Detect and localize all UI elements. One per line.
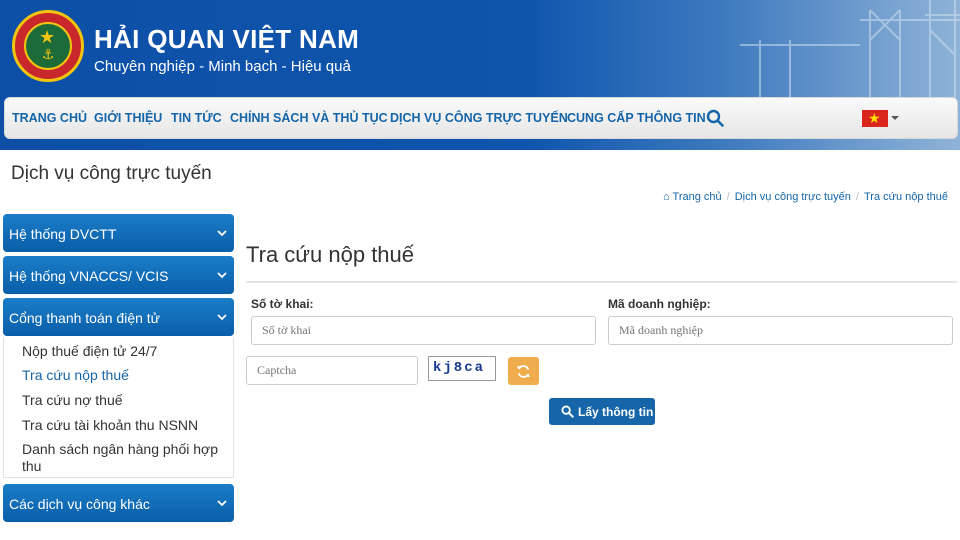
get-info-label: Lấy thông tin — [578, 405, 654, 419]
sidebar-item-e-tax-247[interactable]: Nộp thuế điện tử 24/7 — [22, 343, 157, 359]
anchor-icon: ⚓ — [41, 46, 55, 62]
sidebar-group-label: Hệ thống DVCTT — [9, 226, 117, 242]
sidebar-group-label: Cổng thanh toán điện tử — [9, 310, 161, 326]
breadcrumb-current[interactable]: Tra cứu nộp thuế — [864, 191, 948, 203]
form-title: Tra cứu nộp thuế — [246, 242, 415, 267]
breadcrumb: ⌂ Trang chủ / Dịch vụ công trực tuyến / Tra … — [663, 191, 948, 203]
captcha-input[interactable] — [246, 356, 418, 385]
search-icon — [561, 405, 574, 418]
so-to-khai-input[interactable] — [251, 316, 596, 345]
breadcrumb-separator: / — [855, 191, 859, 203]
chevron-down-icon — [217, 500, 227, 507]
vietnam-flag-icon[interactable]: ★ — [862, 110, 888, 127]
nav-item-home[interactable]: TRANG CHỦ — [12, 111, 87, 125]
sidebar-group-label: Hệ thống VNACCS/ VCIS — [9, 268, 169, 284]
sidebar-group-vnaccs[interactable]: Hệ thống VNACCS/ VCIS — [3, 256, 234, 294]
ma-doanh-nghiep-input[interactable] — [608, 316, 953, 345]
logo-emblem: ★ ⚓ — [24, 22, 72, 70]
nav-item-policy[interactable]: CHÍNH SÁCH VÀ THỦ TỤC — [230, 111, 388, 125]
get-info-button[interactable]: Lấy thông tin — [549, 398, 655, 425]
chevron-down-icon — [217, 230, 227, 237]
site-slogan: Chuyên nghiệp - Minh bạch - Hiệu quả — [94, 58, 351, 75]
nav-item-online-services[interactable]: DỊCH VỤ CÔNG TRỰC TUYẾN — [390, 111, 568, 125]
nav-item-about[interactable]: GIỚI THIỆU — [94, 111, 162, 125]
main-navbar: TRANG CHỦ GIỚI THIỆU TIN TỨC CHÍNH SÁCH … — [4, 97, 958, 139]
port-cranes-background — [740, 0, 960, 100]
nav-item-news[interactable]: TIN TỨC — [171, 111, 222, 125]
sidebar-item-nsnn-account[interactable]: Tra cứu tài khoản thu NSNN — [22, 417, 198, 433]
chevron-down-icon — [217, 272, 227, 279]
ma-doanh-nghiep-label: Mã doanh nghiệp: — [608, 297, 711, 311]
sidebar-item-partner-banks[interactable]: Danh sách ngân hàng phối hợp thu — [22, 441, 227, 475]
sidebar-group-label: Các dịch vụ công khác — [9, 496, 150, 512]
so-to-khai-label: Số tờ khai: — [251, 297, 314, 311]
star-icon: ★ — [39, 27, 56, 47]
captcha-refresh-button[interactable] — [508, 357, 539, 385]
sidebar-item-tax-debt[interactable]: Tra cứu nợ thuế — [22, 392, 123, 408]
sidebar-item-tax-lookup[interactable]: Tra cứu nộp thuế — [22, 367, 129, 383]
refresh-icon — [516, 365, 531, 378]
sidebar-group-payment-portal[interactable]: Cổng thanh toán điện tử — [3, 298, 234, 336]
caret-down-icon[interactable] — [891, 116, 899, 120]
site-title[interactable]: HẢI QUAN VIỆT NAM — [94, 24, 359, 55]
breadcrumb-separator: / — [726, 191, 730, 203]
captcha-image: kj8ca — [428, 356, 496, 381]
chevron-down-icon — [217, 314, 227, 321]
home-icon: ⌂ — [663, 191, 670, 203]
breadcrumb-online-services[interactable]: Dịch vụ công trực tuyến — [735, 191, 851, 203]
search-icon[interactable] — [706, 109, 724, 127]
divider — [246, 281, 957, 283]
site-header: ★ ⚓ HẢI QUAN VIỆT NAM Chuyên nghiệp - Mi… — [0, 0, 960, 150]
sidebar-group-other-services[interactable]: Các dịch vụ công khác — [3, 484, 234, 522]
nav-item-provide-info[interactable]: CUNG CẤP THÔNG TIN — [567, 111, 706, 125]
page-title: Dịch vụ công trực tuyến — [11, 163, 212, 184]
sidebar-group-dvctt[interactable]: Hệ thống DVCTT — [3, 214, 234, 252]
customs-logo[interactable]: ★ ⚓ — [12, 10, 84, 82]
breadcrumb-home[interactable]: Trang chủ — [673, 191, 722, 203]
